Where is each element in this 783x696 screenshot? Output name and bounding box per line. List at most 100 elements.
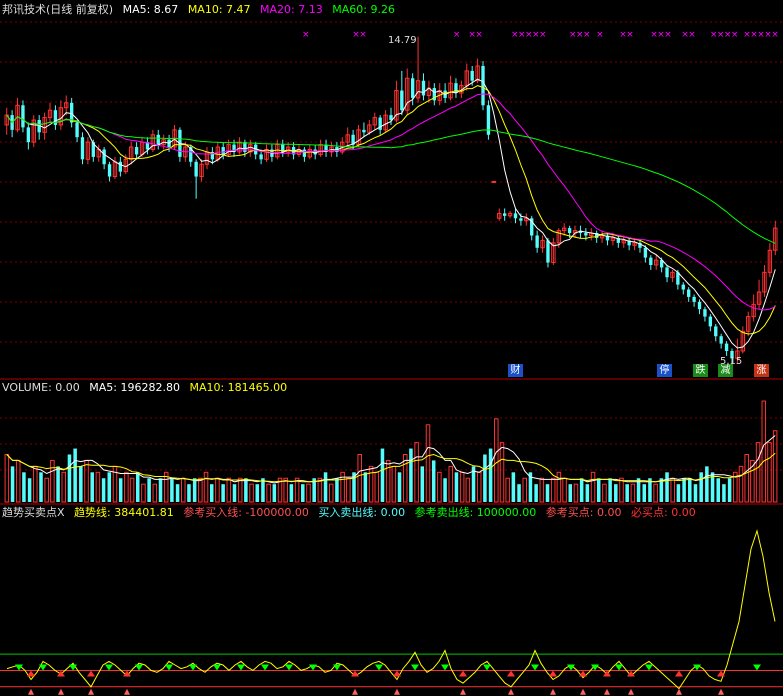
volume-bar <box>335 478 339 502</box>
volume-bar <box>272 484 277 502</box>
candle-body <box>681 284 685 290</box>
volume-ma10-label: MA10: 181465.00 <box>189 381 288 394</box>
volume-bar <box>118 478 123 502</box>
volume-bar <box>84 459 89 503</box>
volume-bar <box>483 454 487 502</box>
ref-point-label: 参考买点: 0.00 <box>545 506 622 519</box>
volume-bar <box>27 478 32 502</box>
sell-signal-arrow <box>105 664 113 671</box>
price-header: 邦讯技术(日线 前复权) MA5: 8.67 MA10: 7.47 MA20: … <box>2 3 401 17</box>
candle-body <box>724 343 729 351</box>
sell-signal-arrow <box>333 664 341 671</box>
buy-signal-arrow <box>87 670 95 677</box>
x-markers: × × × × × × × × × × × × × × × × × × × × × × × × × × × × × × × <box>302 30 779 40</box>
sell-signal-arrow <box>261 664 269 671</box>
volume-label: VOLUME: 0.00 <box>2 381 80 394</box>
volume-bar <box>670 477 675 503</box>
price-grid <box>0 21 783 505</box>
volume-bar <box>454 472 459 502</box>
x-marker: × <box>359 30 367 40</box>
volume-ma10-line <box>6 452 776 483</box>
volume-bar <box>249 483 254 503</box>
volume-bar <box>465 477 471 503</box>
volume-bar <box>414 442 419 503</box>
volume-bar <box>380 448 385 502</box>
candle-body <box>643 247 648 258</box>
candle-body <box>513 213 518 219</box>
volume-bar <box>722 484 726 502</box>
volume-bar <box>226 477 232 503</box>
badge-finance: 财 <box>508 364 523 377</box>
candle-body <box>714 326 718 337</box>
sell-signal-arrow <box>375 664 383 671</box>
volume-bar <box>79 466 83 502</box>
price-candles <box>4 36 778 364</box>
candle-body <box>649 257 653 265</box>
volume-bar <box>397 472 402 502</box>
x-marker: × <box>302 30 310 40</box>
volume-bar <box>56 466 60 502</box>
volume-bar <box>614 484 618 502</box>
buy-point-arrow <box>460 688 466 695</box>
volume-bar <box>665 472 669 502</box>
stock-title: 邦讯技术(日线 前复权) <box>2 3 114 16</box>
volume-bar <box>209 484 214 502</box>
volume-bar <box>688 478 692 502</box>
volume-bar <box>95 471 101 503</box>
volume-bar <box>505 477 510 503</box>
volume-bar <box>357 453 362 503</box>
volume-bar <box>716 478 721 502</box>
volume-bar <box>346 477 351 503</box>
volume-bar <box>522 477 528 503</box>
ma5-label: MA5: 8.67 <box>122 3 179 16</box>
candle-body <box>75 122 79 138</box>
x-marker: × <box>583 30 591 40</box>
ma60-label: MA60: 9.26 <box>332 3 395 16</box>
candle-body <box>21 105 25 128</box>
candle-body <box>156 134 160 145</box>
ref-buy-label: 参考买入线: -100000.00 <box>183 506 309 519</box>
volume-bar <box>459 471 465 503</box>
volume-bar <box>368 465 374 503</box>
buy-point-arrow <box>718 688 724 695</box>
volume-bar <box>61 471 67 503</box>
buy-point-arrow <box>124 688 130 695</box>
volume-bar <box>44 477 49 503</box>
volume-bar <box>517 484 521 502</box>
volume-bar <box>545 484 550 502</box>
volume-bar <box>602 483 607 503</box>
buy-sell-label: 买入卖出线: 0.00 <box>318 506 406 519</box>
volume-ma5-line <box>6 435 776 484</box>
volume-bar <box>15 459 21 503</box>
volume-bar <box>625 484 629 502</box>
volume-bar <box>283 477 288 503</box>
buy-point-arrow <box>604 688 610 695</box>
candle-body <box>243 142 247 152</box>
volume-bar <box>255 484 260 502</box>
volume-bar <box>755 442 761 503</box>
volume-ma5-label: MA5: 196282.80 <box>89 381 180 394</box>
candle-body <box>302 149 307 157</box>
sell-signal-arrow <box>591 664 599 671</box>
buy-signal-arrow <box>459 670 467 677</box>
candle-body <box>519 218 523 221</box>
volume-bar <box>39 472 43 502</box>
volume-bar <box>425 424 431 503</box>
volume-bar <box>374 471 380 503</box>
volume-bar <box>682 478 686 502</box>
volume-bar <box>152 483 158 503</box>
volume-bar <box>556 471 562 503</box>
volume-bar <box>511 472 516 502</box>
x-marker: × <box>626 30 634 40</box>
candle-body <box>703 309 707 317</box>
volume-bar <box>4 453 10 503</box>
candle-body <box>546 240 550 263</box>
candle-body <box>567 228 572 234</box>
volume-bar <box>266 483 271 503</box>
sell-signal-arrow <box>309 664 317 671</box>
volume-bar <box>73 448 77 502</box>
volume-bar <box>261 478 265 502</box>
volume-bar <box>158 478 163 502</box>
volume-header: VOLUME: 0.00 MA5: 196282.80 MA10: 181465… <box>2 381 293 395</box>
low-price-label: 5.15 <box>720 356 743 367</box>
